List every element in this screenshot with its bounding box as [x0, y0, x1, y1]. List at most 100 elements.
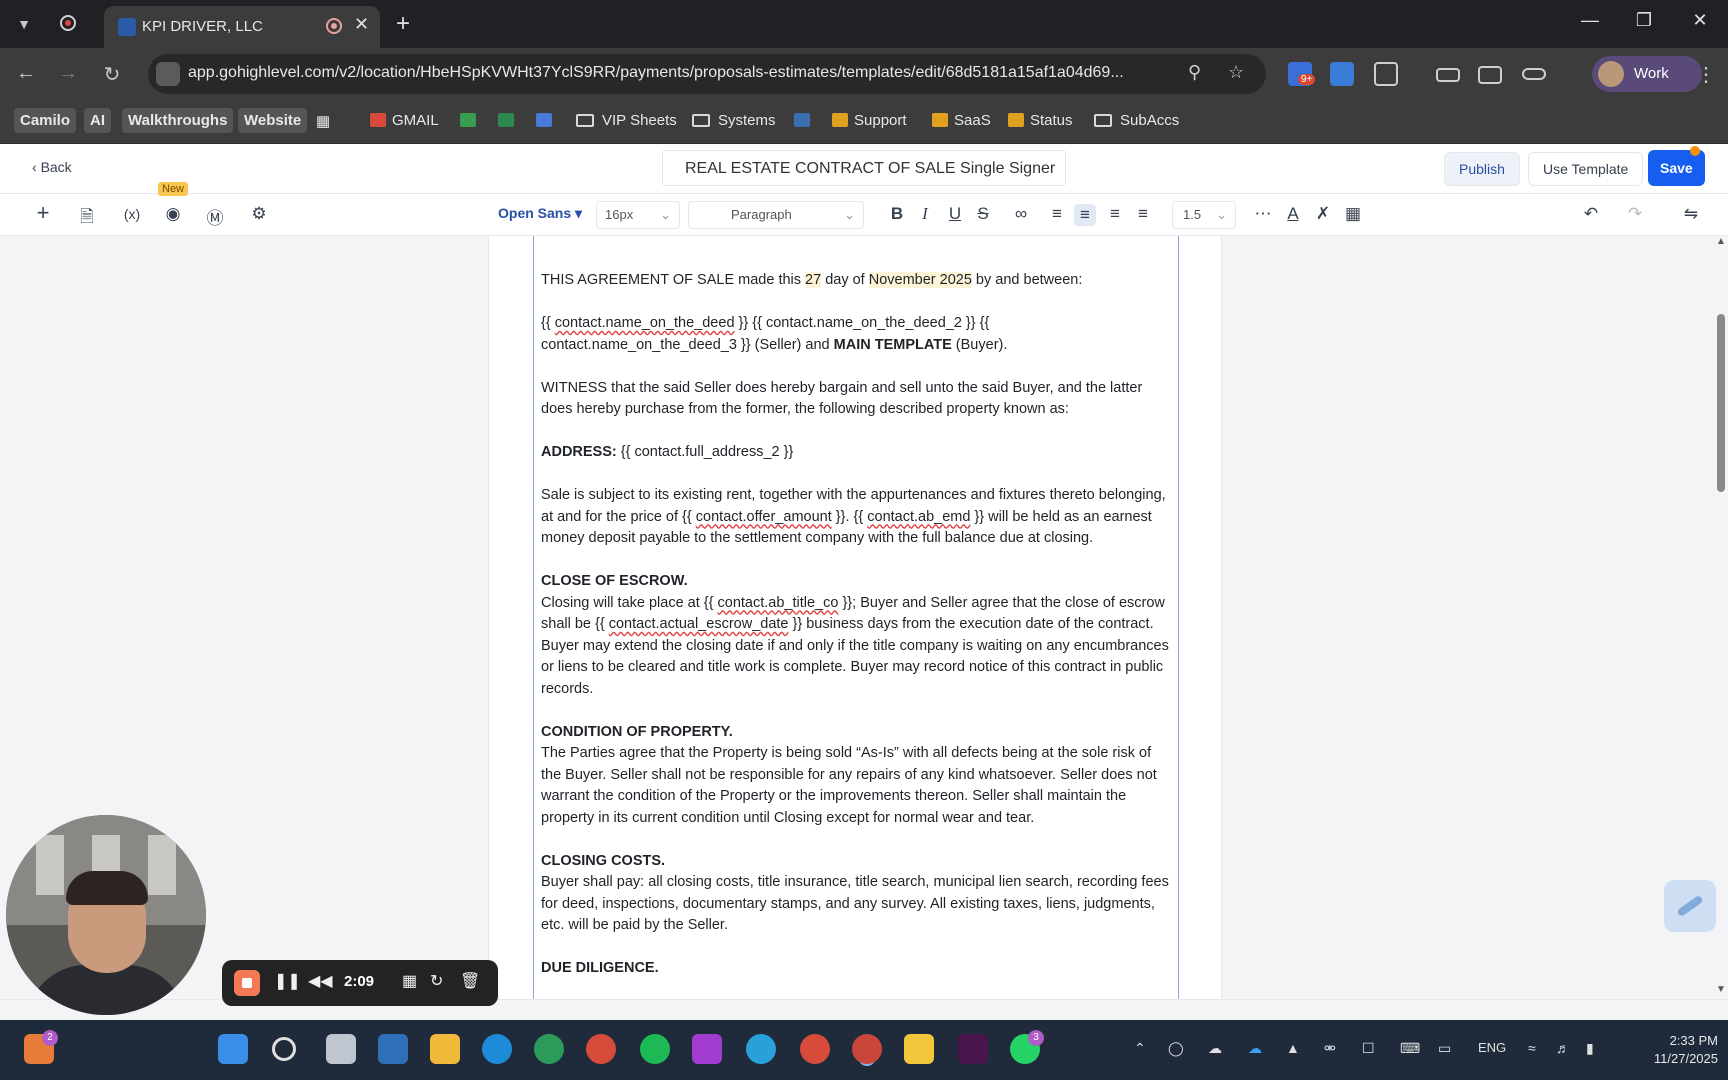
settings-gear-icon[interactable]: ⚙: [248, 204, 270, 224]
bookmark-vip-sheets[interactable]: VIP Sheets: [576, 112, 677, 129]
link-icon[interactable]: [1522, 68, 1546, 80]
pages-icon[interactable]: 🗎: [76, 204, 98, 233]
screen-capture-extension-icon[interactable]: [1330, 62, 1354, 86]
publish-button[interactable]: Publish: [1444, 152, 1520, 186]
bookmark-website[interactable]: Website: [238, 108, 308, 133]
system-clock[interactable]: 2:33 PM 11/27/2025: [1636, 1032, 1718, 1068]
browser-menu-icon[interactable]: ⋮: [1696, 62, 1716, 87]
line-height-select[interactable]: 1.5 ⌄: [1172, 201, 1236, 229]
tab-search-icon[interactable]: ▼: [8, 8, 40, 40]
paragraph-parties[interactable]: {{ contact.name_on_the_deed }} {{ contac…: [541, 313, 1173, 356]
drive-tray-icon[interactable]: ▲: [1286, 1040, 1300, 1056]
restart-icon[interactable]: ↻: [430, 971, 443, 991]
edge-icon[interactable]: [482, 1034, 512, 1064]
heading-close-of-escrow[interactable]: CLOSE OF ESCROW.: [541, 571, 1173, 593]
slack-icon[interactable]: [958, 1034, 988, 1064]
align-justify-icon[interactable]: ≡: [1046, 204, 1068, 224]
extensions-puzzle-icon[interactable]: [1374, 62, 1398, 86]
bookmark-saas[interactable]: SaaS: [932, 112, 991, 129]
tab-recording-indicator-icon[interactable]: [326, 18, 342, 34]
m365-icon[interactable]: [692, 1034, 722, 1064]
bookmark-apps-grid-icon[interactable]: ▦: [316, 112, 330, 130]
delete-icon[interactable]: 🗑: [460, 971, 480, 991]
align-center-icon[interactable]: ≡: [1104, 204, 1126, 224]
chrome-active-icon[interactable]: [852, 1034, 882, 1064]
microphone-icon[interactable]: ⚮: [1324, 1040, 1336, 1057]
variables-icon[interactable]: (x): [118, 206, 146, 222]
document-body[interactable]: THIS AGREEMENT OF SALE made this 27 day …: [541, 270, 1173, 980]
pricing-dollar-icon[interactable]: Ⓜ: [204, 204, 226, 229]
cloud-icon[interactable]: ☁: [1208, 1040, 1222, 1057]
underline-icon[interactable]: U: [944, 204, 966, 224]
heading-condition[interactable]: CONDITION OF PROPERTY.: [541, 722, 1173, 744]
whatsapp-icon[interactable]: 3: [1010, 1030, 1044, 1064]
align-right-icon[interactable]: ≡: [1132, 204, 1154, 224]
bookmark-ai[interactable]: AI: [84, 108, 111, 133]
undo-icon[interactable]: ↶: [1580, 204, 1602, 224]
back-link[interactable]: ‹ Back: [32, 159, 72, 175]
google-drive-icon[interactable]: [460, 112, 482, 129]
file-explorer-icon[interactable]: [430, 1034, 460, 1064]
sticky-notes-icon[interactable]: [904, 1034, 934, 1064]
heading-due-diligence[interactable]: DUE DILIGENCE.: [541, 958, 1173, 980]
photos-icon[interactable]: [378, 1034, 408, 1064]
battery-icon[interactable]: ▮: [1586, 1040, 1594, 1057]
scroll-down-icon[interactable]: ▼: [1716, 984, 1726, 995]
scroll-thumb[interactable]: [1717, 314, 1725, 492]
wifi-icon[interactable]: ≈: [1528, 1040, 1536, 1056]
bookmark-gmail[interactable]: GMAIL: [370, 112, 439, 129]
new-tab-icon[interactable]: +: [396, 10, 410, 38]
bookmark-status[interactable]: Status: [1008, 112, 1073, 129]
display-icon[interactable]: ▭: [1438, 1040, 1451, 1057]
block-type-select[interactable]: Paragraph ⌄: [688, 201, 864, 229]
heading-closing-costs[interactable]: CLOSING COSTS.: [541, 851, 1173, 873]
text-color-icon[interactable]: A: [1282, 204, 1304, 224]
extension-icon[interactable]: 9+: [1288, 62, 1316, 86]
search-icon[interactable]: [272, 1037, 296, 1061]
tab-close-icon[interactable]: ✕: [354, 14, 369, 35]
notification-tray-icon[interactable]: ☐: [1362, 1040, 1375, 1057]
grid-icon[interactable]: ▦: [402, 971, 417, 991]
paragraph-closing-costs[interactable]: Buyer shall pay: all closing costs, titl…: [541, 872, 1173, 937]
theme-palette-icon[interactable]: ◉: [162, 204, 184, 224]
bold-icon[interactable]: B: [886, 204, 908, 224]
paragraph-address[interactable]: ADDRESS: {{ contact.full_address_2 }}: [541, 442, 1173, 464]
url-text[interactable]: app.gohighlevel.com/v2/location/HbeHSpKV…: [188, 64, 1124, 82]
redo-icon[interactable]: ↷: [1624, 204, 1646, 224]
pause-icon[interactable]: ❚❚: [274, 971, 301, 991]
bullet-list-icon[interactable]: ⋯: [1252, 204, 1274, 224]
link-icon[interactable]: ∞: [1010, 204, 1032, 224]
onedrive-icon[interactable]: ☁: [1248, 1040, 1262, 1057]
font-size-select[interactable]: 16px ⌄: [596, 201, 680, 229]
payment-card-icon[interactable]: [1478, 66, 1502, 84]
recording-tab-icon[interactable]: [60, 15, 76, 31]
weather-widget-icon[interactable]: 2: [24, 1030, 58, 1064]
browser-tab-active[interactable]: KPI DRIVER, LLC ✕: [104, 6, 380, 48]
align-left-icon[interactable]: ≡: [1074, 204, 1096, 226]
paragraph-condition[interactable]: The Parties agree that the Property is b…: [541, 743, 1173, 829]
google-sheets-icon[interactable]: [498, 112, 520, 129]
strikethrough-icon[interactable]: S: [972, 204, 994, 224]
tray-overflow-icon[interactable]: ⌃: [1134, 1040, 1146, 1057]
password-key-icon[interactable]: [1436, 68, 1460, 82]
paragraph-escrow[interactable]: Closing will take place at {{ contact.ab…: [541, 593, 1173, 701]
stop-recording-button[interactable]: [234, 970, 260, 996]
spotify-icon[interactable]: [640, 1034, 670, 1064]
site-info-icon[interactable]: [156, 62, 180, 86]
minimize-icon[interactable]: —: [1570, 10, 1610, 31]
add-element-icon[interactable]: +: [32, 200, 54, 226]
address-bar[interactable]: app.gohighlevel.com/v2/location/HbeHSpKV…: [148, 54, 1266, 94]
bookmark-subaccs[interactable]: SubAccs: [1094, 112, 1179, 129]
options-sliders-icon[interactable]: ⇋: [1680, 204, 1702, 224]
paragraph-intro[interactable]: THIS AGREEMENT OF SALE made this 27 day …: [541, 270, 1173, 292]
clear-format-icon[interactable]: ✗: [1312, 204, 1334, 224]
bookmark-gmb-icon[interactable]: [794, 112, 816, 129]
bookmark-systems[interactable]: Systems: [692, 112, 776, 129]
bookmark-walkthroughs[interactable]: Walkthroughs: [122, 108, 234, 133]
italic-icon[interactable]: I: [914, 204, 936, 224]
scroll-up-icon[interactable]: ▲: [1716, 236, 1726, 247]
rewind-icon[interactable]: ◀◀: [308, 971, 333, 991]
restore-icon[interactable]: ❐: [1624, 10, 1664, 31]
bookmark-support[interactable]: Support: [832, 112, 907, 129]
zoom-icon[interactable]: ⚲: [1188, 62, 1201, 83]
